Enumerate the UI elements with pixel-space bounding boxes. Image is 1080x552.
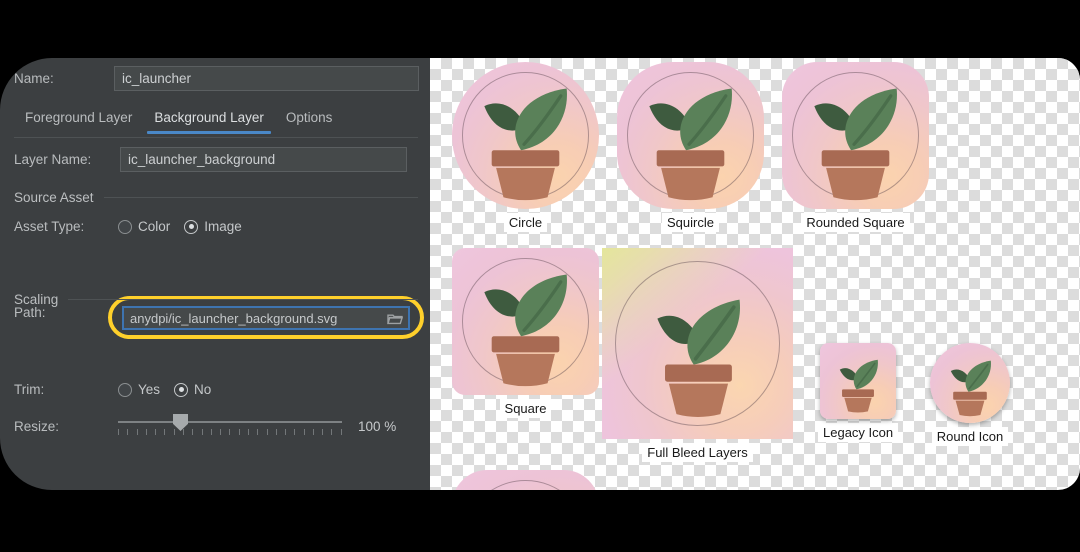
trim-label: Trim: bbox=[14, 382, 45, 397]
asset-type-color-label: Color bbox=[138, 219, 171, 234]
path-row: Path: bbox=[14, 305, 118, 320]
preview-item-legacy-icon[interactable]: Legacy Icon bbox=[818, 343, 899, 442]
settings-panel: Name: ic_launcher Foreground Layer Backg… bbox=[0, 58, 430, 490]
preview-caption: Circle bbox=[503, 213, 548, 232]
plant-illustration bbox=[452, 62, 599, 209]
resize-row: Resize: 100 % bbox=[14, 413, 420, 439]
asset-type-option-image[interactable]: Image bbox=[184, 219, 242, 234]
name-input[interactable]: ic_launcher bbox=[114, 66, 419, 91]
asset-type-image-label: Image bbox=[204, 219, 242, 234]
icon-preview-square bbox=[452, 248, 599, 395]
resize-value: 100 % bbox=[358, 418, 397, 434]
icon-preview-round bbox=[930, 343, 1010, 423]
layer-tabs: Foreground Layer Background Layer Option… bbox=[14, 107, 418, 138]
preview-item-squircle[interactable]: Squircle bbox=[617, 62, 764, 232]
preview-caption: Squircle bbox=[662, 213, 719, 232]
preview-caption: Legacy Icon bbox=[818, 423, 899, 442]
icon-preview-partial bbox=[452, 470, 599, 490]
layer-name-input[interactable]: ic_launcher_background bbox=[120, 147, 407, 172]
preview-caption: Round Icon bbox=[931, 427, 1009, 446]
preview-caption: Rounded Square bbox=[801, 213, 910, 232]
asset-type-option-color[interactable]: Color bbox=[118, 219, 170, 234]
plant-illustration bbox=[820, 343, 896, 419]
plant-illustration bbox=[782, 62, 929, 209]
trim-option-yes[interactable]: Yes bbox=[118, 382, 160, 397]
slider-ticks bbox=[118, 429, 342, 435]
trim-row: Trim: Yes No bbox=[14, 382, 211, 397]
tab-options[interactable]: Options bbox=[275, 107, 344, 133]
icon-preview-rounded-square bbox=[782, 62, 929, 209]
trim-radio-group: Yes No bbox=[118, 382, 211, 397]
asset-type-label: Asset Type: bbox=[14, 219, 85, 234]
trim-option-no[interactable]: No bbox=[174, 382, 211, 397]
radio-selected-icon[interactable] bbox=[174, 382, 189, 397]
asset-type-radio-group: Color Image bbox=[118, 219, 242, 234]
path-label: Path: bbox=[14, 305, 46, 320]
preview-item-rounded-square[interactable]: Rounded Square bbox=[782, 62, 929, 232]
radio-unselected-icon[interactable] bbox=[118, 382, 132, 397]
preview-item-next-row-partial[interactable] bbox=[452, 470, 599, 490]
trim-yes-label: Yes bbox=[138, 382, 161, 397]
radio-unselected-icon[interactable] bbox=[118, 219, 132, 234]
preview-item-full-bleed-layers[interactable]: Full Bleed Layers bbox=[602, 248, 793, 462]
folder-icon[interactable] bbox=[387, 312, 403, 325]
tab-foreground-layer[interactable]: Foreground Layer bbox=[14, 107, 143, 133]
plant-illustration bbox=[602, 248, 793, 439]
source-asset-section: Source Asset bbox=[14, 190, 418, 205]
preview-canvas[interactable]: Circle Squircle Rounded Square Square Fu… bbox=[430, 58, 1080, 490]
screen-root: Name: ic_launcher Foreground Layer Backg… bbox=[0, 0, 1080, 552]
asset-type-row: Asset Type: Color Image bbox=[14, 219, 242, 234]
section-divider bbox=[68, 299, 418, 300]
preview-item-circle[interactable]: Circle bbox=[452, 62, 599, 232]
icon-preview-circle bbox=[452, 62, 599, 209]
icon-preview-full-bleed bbox=[602, 248, 793, 439]
asset-studio-dialog: Name: ic_launcher Foreground Layer Backg… bbox=[0, 58, 1080, 490]
radio-selected-icon[interactable] bbox=[184, 219, 199, 234]
preview-item-round-icon[interactable]: Round Icon bbox=[930, 343, 1010, 446]
trim-no-label: No bbox=[194, 382, 212, 397]
preview-caption: Square bbox=[499, 399, 552, 418]
layer-name-row: Layer Name: ic_launcher_background bbox=[14, 147, 420, 172]
name-label: Name: bbox=[14, 71, 54, 86]
section-divider bbox=[103, 197, 418, 198]
icon-preview-legacy bbox=[820, 343, 897, 419]
path-input-value: anydpi/ic_launcher_background.svg bbox=[130, 310, 338, 326]
slider-track[interactable] bbox=[118, 421, 342, 423]
plant-illustration bbox=[452, 470, 599, 490]
resize-slider[interactable] bbox=[118, 413, 342, 439]
name-row: Name: ic_launcher bbox=[14, 66, 420, 91]
preview-caption: Full Bleed Layers bbox=[642, 443, 753, 462]
plant-illustration bbox=[452, 248, 599, 395]
plant-illustration bbox=[617, 62, 764, 209]
source-asset-title: Source Asset bbox=[14, 190, 94, 205]
plant-illustration bbox=[930, 343, 1010, 423]
scaling-section: Scaling bbox=[14, 292, 418, 307]
preview-item-square[interactable]: Square bbox=[452, 248, 599, 418]
resize-label: Resize: bbox=[14, 418, 60, 434]
icon-preview-squircle bbox=[617, 62, 764, 209]
scaling-title: Scaling bbox=[14, 292, 59, 307]
tab-background-layer[interactable]: Background Layer bbox=[143, 107, 275, 134]
path-input[interactable]: anydpi/ic_launcher_background.svg bbox=[122, 306, 410, 330]
layer-name-label: Layer Name: bbox=[14, 152, 92, 167]
